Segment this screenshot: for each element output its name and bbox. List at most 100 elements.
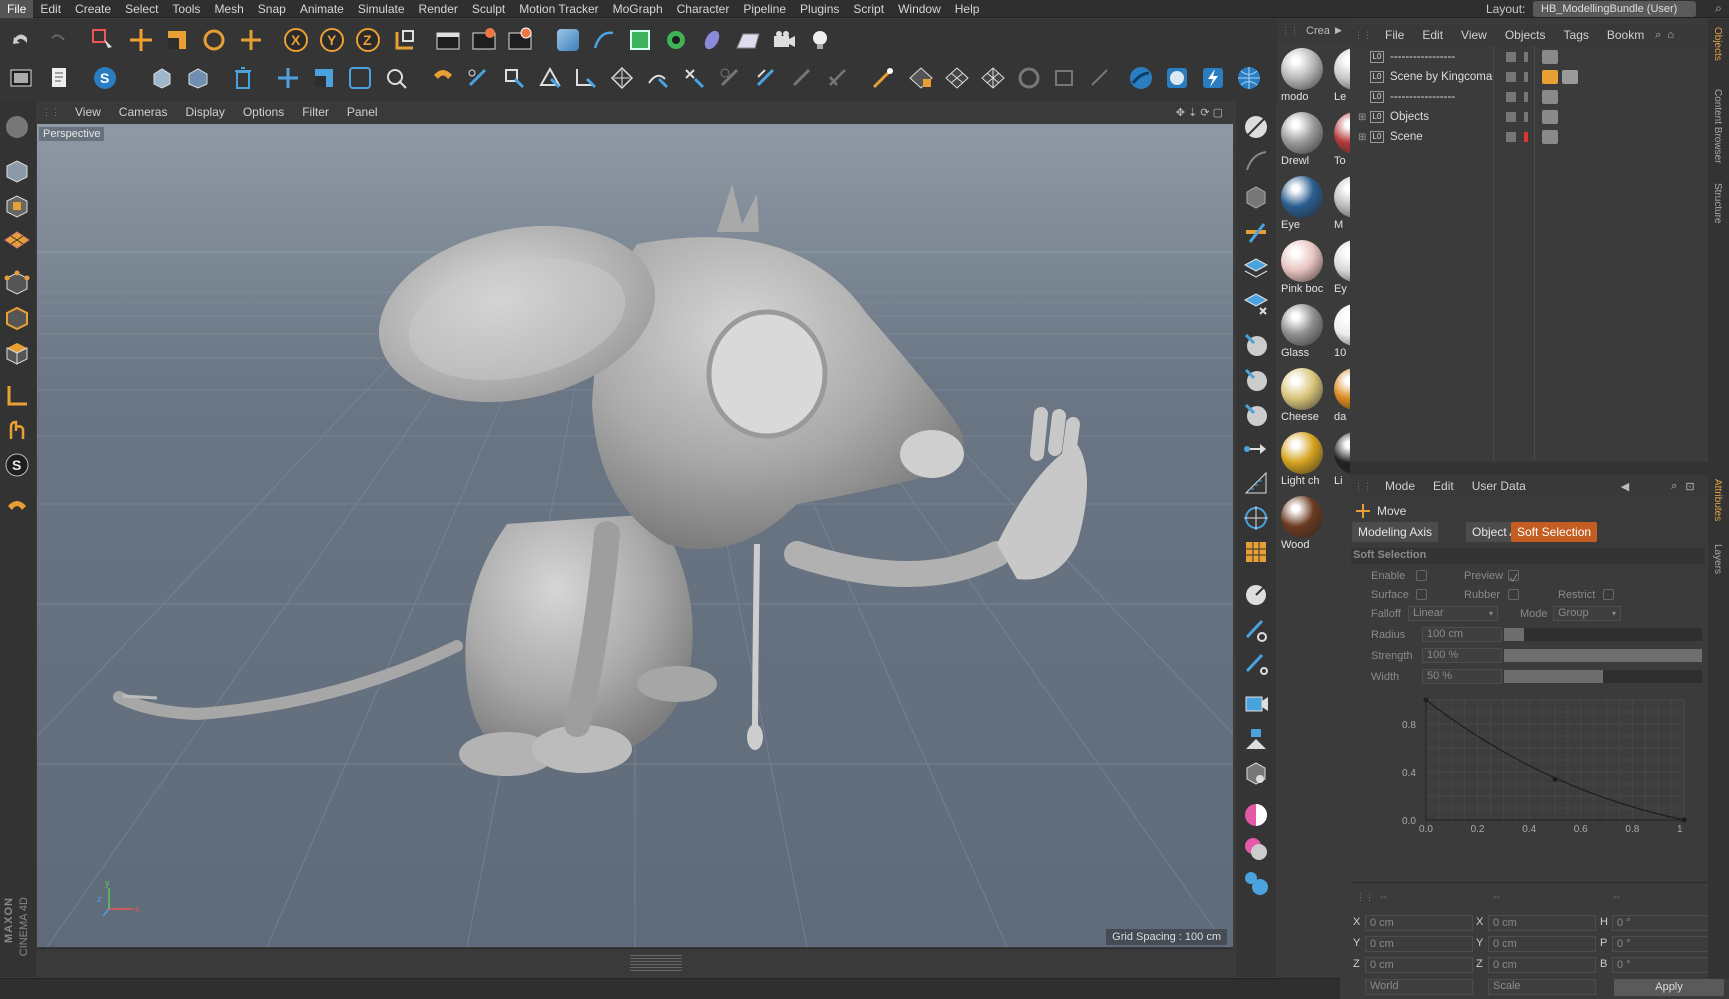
iron-icon[interactable] bbox=[751, 63, 781, 93]
tab-modeling-axis[interactable]: Modeling Axis bbox=[1352, 522, 1439, 542]
cube-gray-icon[interactable] bbox=[1242, 183, 1270, 211]
coord-value-field[interactable]: 0 cm bbox=[1365, 936, 1473, 952]
brush-blue-icon[interactable] bbox=[1242, 615, 1270, 643]
brush-blue-2-icon[interactable] bbox=[1242, 649, 1270, 677]
shading-sphere-icon[interactable] bbox=[1126, 63, 1156, 93]
menu-mograph[interactable]: MoGraph bbox=[606, 0, 670, 18]
weld-icon[interactable] bbox=[679, 63, 709, 93]
menu-simulate[interactable]: Simulate bbox=[351, 0, 412, 18]
points-mode-icon[interactable] bbox=[3, 269, 31, 297]
material-swatch[interactable]: Li bbox=[1330, 428, 1350, 490]
snap-mode-icon[interactable]: S bbox=[3, 451, 31, 479]
object-name[interactable]: ----------------- bbox=[1390, 51, 1502, 63]
object-name[interactable]: Scene bbox=[1390, 131, 1502, 143]
workplane-icon[interactable] bbox=[1050, 63, 1080, 93]
stitch-icon[interactable] bbox=[823, 63, 853, 93]
polygon-pen-icon[interactable] bbox=[147, 63, 177, 93]
object-row[interactable]: L0 Scene by Kingcoma bbox=[1358, 68, 1704, 86]
model-mode-icon[interactable] bbox=[3, 113, 31, 141]
tab-layers[interactable]: Layers bbox=[1712, 544, 1723, 574]
sculpt-brush-icon[interactable] bbox=[1242, 113, 1270, 141]
tag-icon[interactable] bbox=[1542, 90, 1558, 104]
delete-icon[interactable] bbox=[228, 63, 258, 93]
lightning-icon[interactable] bbox=[1198, 63, 1228, 93]
material-swatch[interactable]: modo bbox=[1277, 44, 1330, 106]
sculpt-inflate-icon[interactable] bbox=[1242, 401, 1270, 429]
material-pink-icon[interactable] bbox=[1242, 801, 1270, 829]
preview-checkbox[interactable] bbox=[1508, 570, 1519, 582]
scale-tool-icon[interactable] bbox=[162, 25, 192, 55]
light-icon[interactable] bbox=[805, 25, 835, 55]
undo-icon[interactable] bbox=[6, 25, 36, 55]
smooth-shift-icon[interactable] bbox=[787, 63, 817, 93]
attributes-menu-edit[interactable]: Edit bbox=[1424, 479, 1463, 493]
objects-menu-edit[interactable]: Edit bbox=[1413, 28, 1452, 42]
strength-field[interactable]: 100 % bbox=[1422, 648, 1502, 663]
material-swatch[interactable]: Glass bbox=[1277, 300, 1330, 362]
falloff-curve-chart[interactable]: 0.0 0.2 0.4 0.6 0.8 1 0.8 0.4 0.0 bbox=[1380, 690, 1710, 850]
coord-value-field[interactable]: 0 cm bbox=[1488, 915, 1596, 931]
menu-mesh[interactable]: Mesh bbox=[207, 0, 250, 18]
material-swatch[interactable]: Drewl bbox=[1277, 108, 1330, 170]
mode-select[interactable]: Group ▾ bbox=[1553, 606, 1621, 621]
tab-soft-selection[interactable]: Soft Selection bbox=[1511, 522, 1598, 542]
objects-menu-view[interactable]: View bbox=[1452, 28, 1496, 42]
material-swatch[interactable]: M bbox=[1330, 172, 1350, 234]
render-dot-icon[interactable] bbox=[1524, 52, 1528, 62]
width-field[interactable]: 50 % bbox=[1422, 669, 1502, 684]
expand-icon[interactable]: ⊞ bbox=[1358, 112, 1370, 123]
tab-structure[interactable]: Structure bbox=[1712, 183, 1723, 224]
coord-value-field[interactable]: 0 cm bbox=[1365, 957, 1473, 973]
y-axis-icon[interactable]: Y bbox=[317, 25, 347, 55]
floor-icon[interactable] bbox=[733, 25, 763, 55]
axis-mode-icon[interactable] bbox=[3, 382, 31, 410]
visibility-toggle-icon[interactable] bbox=[1506, 52, 1516, 62]
polygon-lock-icon[interactable] bbox=[906, 63, 936, 93]
home-icon[interactable]: ⌂ bbox=[1667, 29, 1674, 41]
rotate-component-icon[interactable] bbox=[345, 63, 375, 93]
workplane-mode-icon[interactable] bbox=[3, 226, 31, 254]
material-swatch[interactable]: Pink boc bbox=[1277, 236, 1330, 298]
material-tag-icon[interactable] bbox=[1562, 70, 1578, 84]
paint-bucket-icon[interactable] bbox=[1242, 725, 1270, 753]
objects-menu-tags[interactable]: Tags bbox=[1555, 28, 1598, 42]
object-row[interactable]: L0 ----------------- bbox=[1358, 48, 1704, 66]
paint-brush-icon[interactable] bbox=[1242, 218, 1270, 246]
render-dot-icon[interactable] bbox=[1524, 72, 1528, 82]
cube-paint-icon[interactable] bbox=[1242, 759, 1270, 787]
subdivision-surface-icon[interactable] bbox=[625, 25, 655, 55]
object-row[interactable]: ⊞ L0 Scene bbox=[1358, 128, 1704, 146]
brush-tool-icon[interactable] bbox=[463, 63, 493, 93]
visibility-toggle-icon[interactable] bbox=[1506, 72, 1516, 82]
polygons-mode-icon[interactable] bbox=[3, 339, 31, 367]
apply-button[interactable]: Apply bbox=[1614, 979, 1724, 996]
cube-object-icon[interactable] bbox=[553, 25, 583, 55]
menu-motion-tracker[interactable]: Motion Tracker bbox=[512, 0, 605, 18]
spline-icon[interactable] bbox=[589, 25, 619, 55]
rotate-tool-icon[interactable] bbox=[199, 25, 229, 55]
coord-value-field[interactable]: 0 cm bbox=[1488, 957, 1596, 973]
camera-icon[interactable] bbox=[769, 25, 799, 55]
slide-icon[interactable] bbox=[643, 63, 673, 93]
restrict-checkbox[interactable] bbox=[1603, 589, 1614, 600]
material-swatch[interactable]: Ey bbox=[1330, 236, 1350, 298]
magnet-disabled-icon[interactable] bbox=[715, 63, 745, 93]
ruler-icon[interactable] bbox=[1242, 469, 1270, 497]
object-name[interactable]: Scene by Kingcoma bbox=[1390, 71, 1502, 83]
object-row[interactable]: L0 ----------------- bbox=[1358, 88, 1704, 106]
make-preview-icon[interactable] bbox=[6, 63, 36, 93]
lock-icon[interactable]: ⊡ bbox=[1685, 480, 1694, 493]
coord-value-field[interactable]: 0 ° bbox=[1612, 915, 1720, 931]
coord-value-field[interactable]: 0 ° bbox=[1612, 957, 1720, 973]
menu-script[interactable]: Script bbox=[846, 0, 891, 18]
create-point-icon[interactable] bbox=[868, 63, 898, 93]
search-icon[interactable]: ⌕ bbox=[1671, 480, 1677, 493]
cloner-icon[interactable] bbox=[661, 25, 691, 55]
expand-icon[interactable]: ⊞ bbox=[1358, 132, 1370, 143]
objects-menu-file[interactable]: File bbox=[1376, 28, 1413, 42]
measure-icon[interactable] bbox=[1242, 435, 1270, 463]
tweak-mode-icon[interactable] bbox=[3, 417, 31, 445]
menu-snap[interactable]: Snap bbox=[251, 0, 293, 18]
menu-select[interactable]: Select bbox=[118, 0, 165, 18]
viewport-menu-display[interactable]: Display bbox=[176, 105, 233, 119]
